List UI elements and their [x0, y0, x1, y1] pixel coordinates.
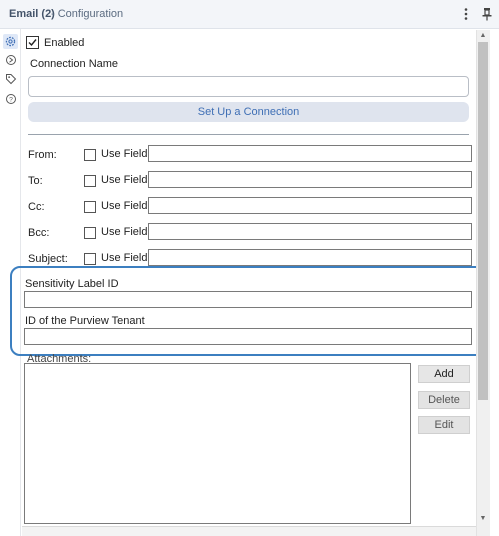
- pin-icon[interactable]: [479, 6, 495, 22]
- subject-use-field-label: Use Field: [101, 252, 148, 264]
- tag-icon[interactable]: [3, 71, 18, 86]
- from-input[interactable]: [148, 145, 472, 162]
- from-use-field-checkbox[interactable]: [84, 149, 96, 161]
- window-subtitle: - Configuration: [51, 8, 124, 20]
- connection-name-input[interactable]: [28, 76, 469, 97]
- attachments-list[interactable]: [24, 363, 411, 524]
- delete-button[interactable]: Delete: [418, 391, 470, 409]
- more-vertical-icon[interactable]: [458, 6, 474, 22]
- add-button[interactable]: Add: [418, 365, 470, 383]
- to-use-field-label: Use Field: [101, 174, 148, 186]
- subject-label: Subject:: [28, 253, 68, 265]
- bcc-label: Bcc:: [28, 227, 50, 239]
- from-use-field-label: Use Field: [101, 148, 148, 160]
- highlight-frame: [10, 266, 488, 356]
- bcc-use-field-label: Use Field: [101, 226, 148, 238]
- window-title: Email (2): [9, 8, 55, 20]
- scroll-up-icon[interactable]: ▲: [476, 31, 490, 41]
- edit-button[interactable]: Edit: [418, 416, 470, 434]
- cc-use-field-label: Use Field: [101, 200, 148, 212]
- divider: [28, 134, 469, 135]
- enabled-checkbox[interactable]: [26, 36, 39, 49]
- subject-input[interactable]: [148, 249, 472, 266]
- help-circle-icon[interactable]: ?: [3, 91, 18, 106]
- connection-name-label: Connection Name: [30, 58, 119, 70]
- bottom-strip: [22, 526, 476, 536]
- setup-connection-button[interactable]: Set Up a Connection: [28, 102, 469, 122]
- to-use-field-checkbox[interactable]: [84, 175, 96, 187]
- cc-input[interactable]: [148, 197, 472, 214]
- subject-use-field-checkbox[interactable]: [84, 253, 96, 265]
- scroll-down-icon[interactable]: ▼: [476, 514, 490, 524]
- to-label: To:: [28, 175, 43, 187]
- enabled-label: Enabled: [44, 37, 85, 49]
- cc-use-field-checkbox[interactable]: [84, 201, 96, 213]
- to-input[interactable]: [148, 171, 472, 188]
- scroll-thumb[interactable]: [478, 42, 488, 400]
- from-label: From:: [28, 149, 57, 161]
- svg-text:?: ?: [9, 96, 13, 103]
- arrow-circle-icon[interactable]: [3, 52, 18, 67]
- gear-icon[interactable]: [3, 34, 18, 49]
- bcc-use-field-checkbox[interactable]: [84, 227, 96, 239]
- cc-label: Cc:: [28, 201, 45, 213]
- bcc-input[interactable]: [148, 223, 472, 240]
